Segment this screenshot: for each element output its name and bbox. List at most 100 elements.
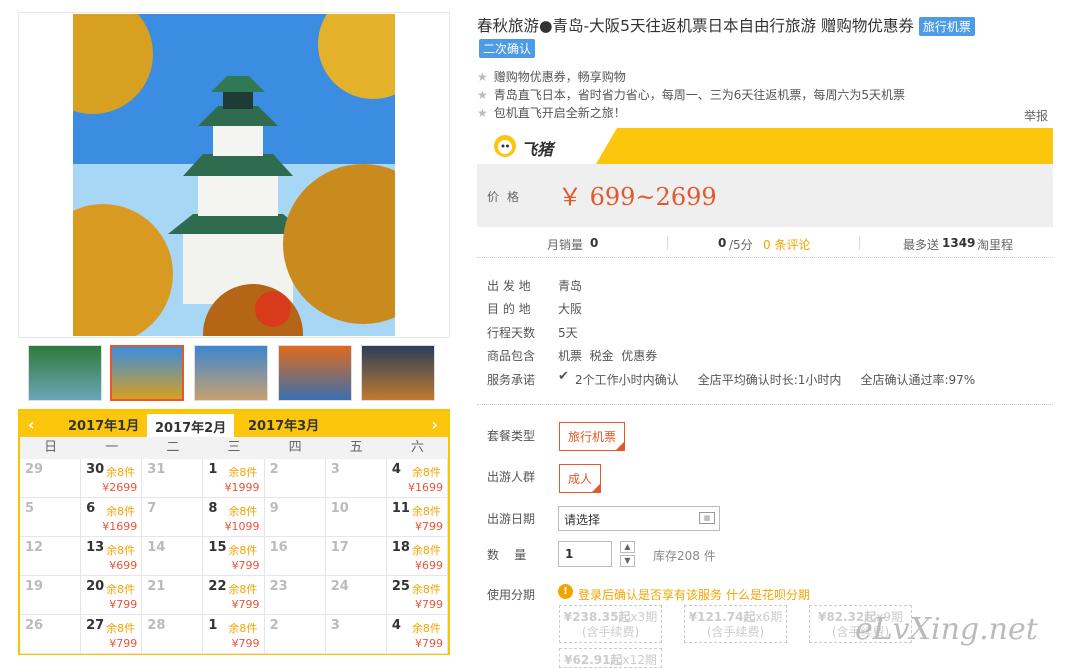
day-number: 12 [25, 540, 44, 555]
day-number: 3 [330, 462, 340, 477]
calendar-day-cell[interactable]: 30 余8件 ¥2699 [81, 459, 143, 498]
thumbnail-4[interactable] [278, 345, 352, 401]
calendar-icon[interactable]: ▦ [699, 512, 715, 524]
calendar-day-cell: 7 [142, 498, 204, 537]
day-stock: 余8件 [228, 583, 258, 596]
rating-suffix: /5分 [729, 238, 753, 252]
info-label-destination: 目 的 地 [487, 302, 531, 316]
monthly-sales: 0 [590, 236, 598, 250]
day-stock: 余8件 [106, 622, 136, 635]
calendar-day-cell[interactable]: 25 余8件 ¥799 [386, 576, 448, 615]
weekday: 二 [166, 440, 180, 455]
info-value-includes: 机票 税金 优惠券 [558, 349, 658, 363]
brand-name: 飞猪 [521, 140, 554, 159]
quantity-up-icon[interactable]: ▲ [620, 541, 635, 553]
people-label: 出游人群 [487, 470, 536, 484]
date-label: 出游日期 [487, 512, 536, 526]
quantity-label: 数 量 [487, 548, 527, 562]
calendar-day-cell: 16 [264, 537, 326, 576]
calendar-day-cell[interactable]: 15 余8件 ¥799 [203, 537, 265, 576]
mileage-prefix: 最多送 [903, 238, 940, 252]
product-title-text: 春秋旅游●青岛-大阪5天往返机票日本自由行旅游 赠购物优惠券 [477, 17, 914, 35]
day-number: 13 [86, 540, 105, 555]
calendar-day-cell[interactable]: 4 余8件 ¥799 [386, 615, 448, 654]
thumbnail-strip [18, 343, 450, 405]
star-icon: ★ [477, 88, 488, 102]
day-number: 15 [208, 540, 227, 555]
calendar-day-cell[interactable]: 27 余8件 ¥799 [81, 615, 143, 654]
calendar-day-cell: 28 [142, 615, 204, 654]
prev-month-icon[interactable]: ‹ [28, 415, 35, 434]
day-number: 19 [25, 579, 44, 594]
calendar-weekdays: 日 一 二 三 四 五 六 [20, 437, 448, 459]
day-number: 24 [330, 579, 349, 594]
day-number: 26 [25, 618, 44, 633]
calendar-day-cell[interactable]: 6 余8件 ¥1699 [81, 498, 143, 537]
price-value: ￥ 699~2699 [558, 183, 717, 211]
day-number: 21 [147, 579, 166, 594]
installment-notice: 登录后确认是否享有该服务 [578, 588, 723, 602]
quantity-down-icon[interactable]: ▼ [620, 555, 635, 567]
day-number: 2 [269, 618, 279, 633]
people-option-button[interactable]: 成人 [559, 464, 602, 493]
plan-amount: ¥238.35起 [563, 610, 631, 624]
date-input[interactable]: 请选择 ▦ [558, 506, 720, 531]
day-price: ¥699 [414, 559, 443, 572]
section-divider [477, 404, 1053, 405]
osaka-castle-photo [73, 14, 395, 336]
calendar-day-cell[interactable]: 8 余8件 ¥1099 [203, 498, 265, 537]
day-price: ¥799 [414, 520, 443, 533]
day-stock: 余8件 [411, 544, 441, 557]
calendar-day-cell[interactable]: 1 余8件 ¥1999 [203, 459, 265, 498]
brand-bar: 飞猪 [477, 128, 1053, 164]
calendar-day-cell: 3 [325, 615, 387, 654]
info-value-days: 5天 [558, 326, 578, 340]
day-stock: 余8件 [411, 466, 441, 479]
calendar-day-cell[interactable]: 18 余8件 ¥699 [386, 537, 448, 576]
info-value-service: 2个工作小时内确认 全店平均确认时长:1小时内 全店确认通过率:97% [575, 373, 976, 387]
reviews-link[interactable]: 0 条评论 [763, 236, 810, 253]
calendar-day-cell[interactable]: 22 余8件 ¥799 [203, 576, 265, 615]
calendar-day-cell[interactable]: 1 余8件 ¥799 [203, 615, 265, 654]
calendar-day-cell[interactable]: 20 余8件 ¥799 [81, 576, 143, 615]
day-number: 8 [208, 501, 218, 516]
month-tab-feb[interactable]: 2017年2月 [147, 414, 235, 437]
day-price: ¥799 [414, 598, 443, 611]
confirm-tag-wrap: 二次确认 [479, 39, 536, 58]
next-month-icon[interactable]: › [431, 415, 438, 434]
thumbnail-3[interactable] [194, 345, 268, 401]
day-number: 7 [147, 501, 157, 516]
report-link[interactable]: 举报 [1024, 107, 1048, 124]
installment-plan-12[interactable]: ¥62.91起x12期 [559, 648, 662, 668]
calendar-day-cell[interactable]: 4 余8件 ¥1699 [386, 459, 448, 498]
package-option-button[interactable]: 旅行机票 [559, 422, 626, 451]
thumbnail-2-selected[interactable] [110, 345, 184, 401]
weekday: 五 [349, 440, 363, 455]
weekday: 四 [288, 440, 302, 455]
installment-help-link[interactable]: 什么是花呗分期 [726, 586, 810, 603]
calendar-day-cell[interactable]: 13 余8件 ¥699 [81, 537, 143, 576]
day-price: ¥1099 [224, 520, 260, 533]
quantity-input[interactable]: 1 [558, 541, 612, 567]
thumbnail-5[interactable] [361, 345, 435, 401]
day-number: 10 [330, 501, 349, 516]
installment-plan-3[interactable]: ¥238.35起x3期 (含手续费) [559, 605, 662, 643]
thumbnail-1[interactable] [28, 345, 102, 401]
day-number: 23 [269, 579, 288, 594]
plan-period: x6期 [755, 610, 783, 624]
info-label-departure: 出 发 地 [487, 279, 531, 293]
calendar-day-cell[interactable]: 11 余8件 ¥799 [386, 498, 448, 537]
calendar-grid: 29 30 余8件 ¥2699 31 1 余8件 ¥1999 2 3 4 余8件 ¥1699 5 6 余8件 ¥… [20, 459, 448, 654]
month-tab-mar[interactable]: 2017年3月 [248, 415, 319, 434]
feature-item: ★ 包机直飞开启全新之旅！ [477, 104, 626, 121]
calendar-day-cell: 31 [142, 459, 204, 498]
day-number: 11 [391, 501, 410, 516]
calendar-header: ‹ 2017年1月 2017年2月 2017年3月 › [20, 411, 448, 437]
day-number: 30 [86, 462, 105, 477]
product-title: 春秋旅游●青岛-大阪5天往返机票日本自由行旅游 赠购物优惠券 旅行机票 [477, 14, 975, 36]
month-tab-jan[interactable]: 2017年1月 [68, 415, 139, 434]
installment-plan-6[interactable]: ¥121.74起x6期 (含手续费) [684, 605, 787, 643]
day-number: 17 [330, 540, 349, 555]
info-value-destination: 大阪 [558, 302, 583, 316]
day-price: ¥1999 [224, 481, 260, 494]
